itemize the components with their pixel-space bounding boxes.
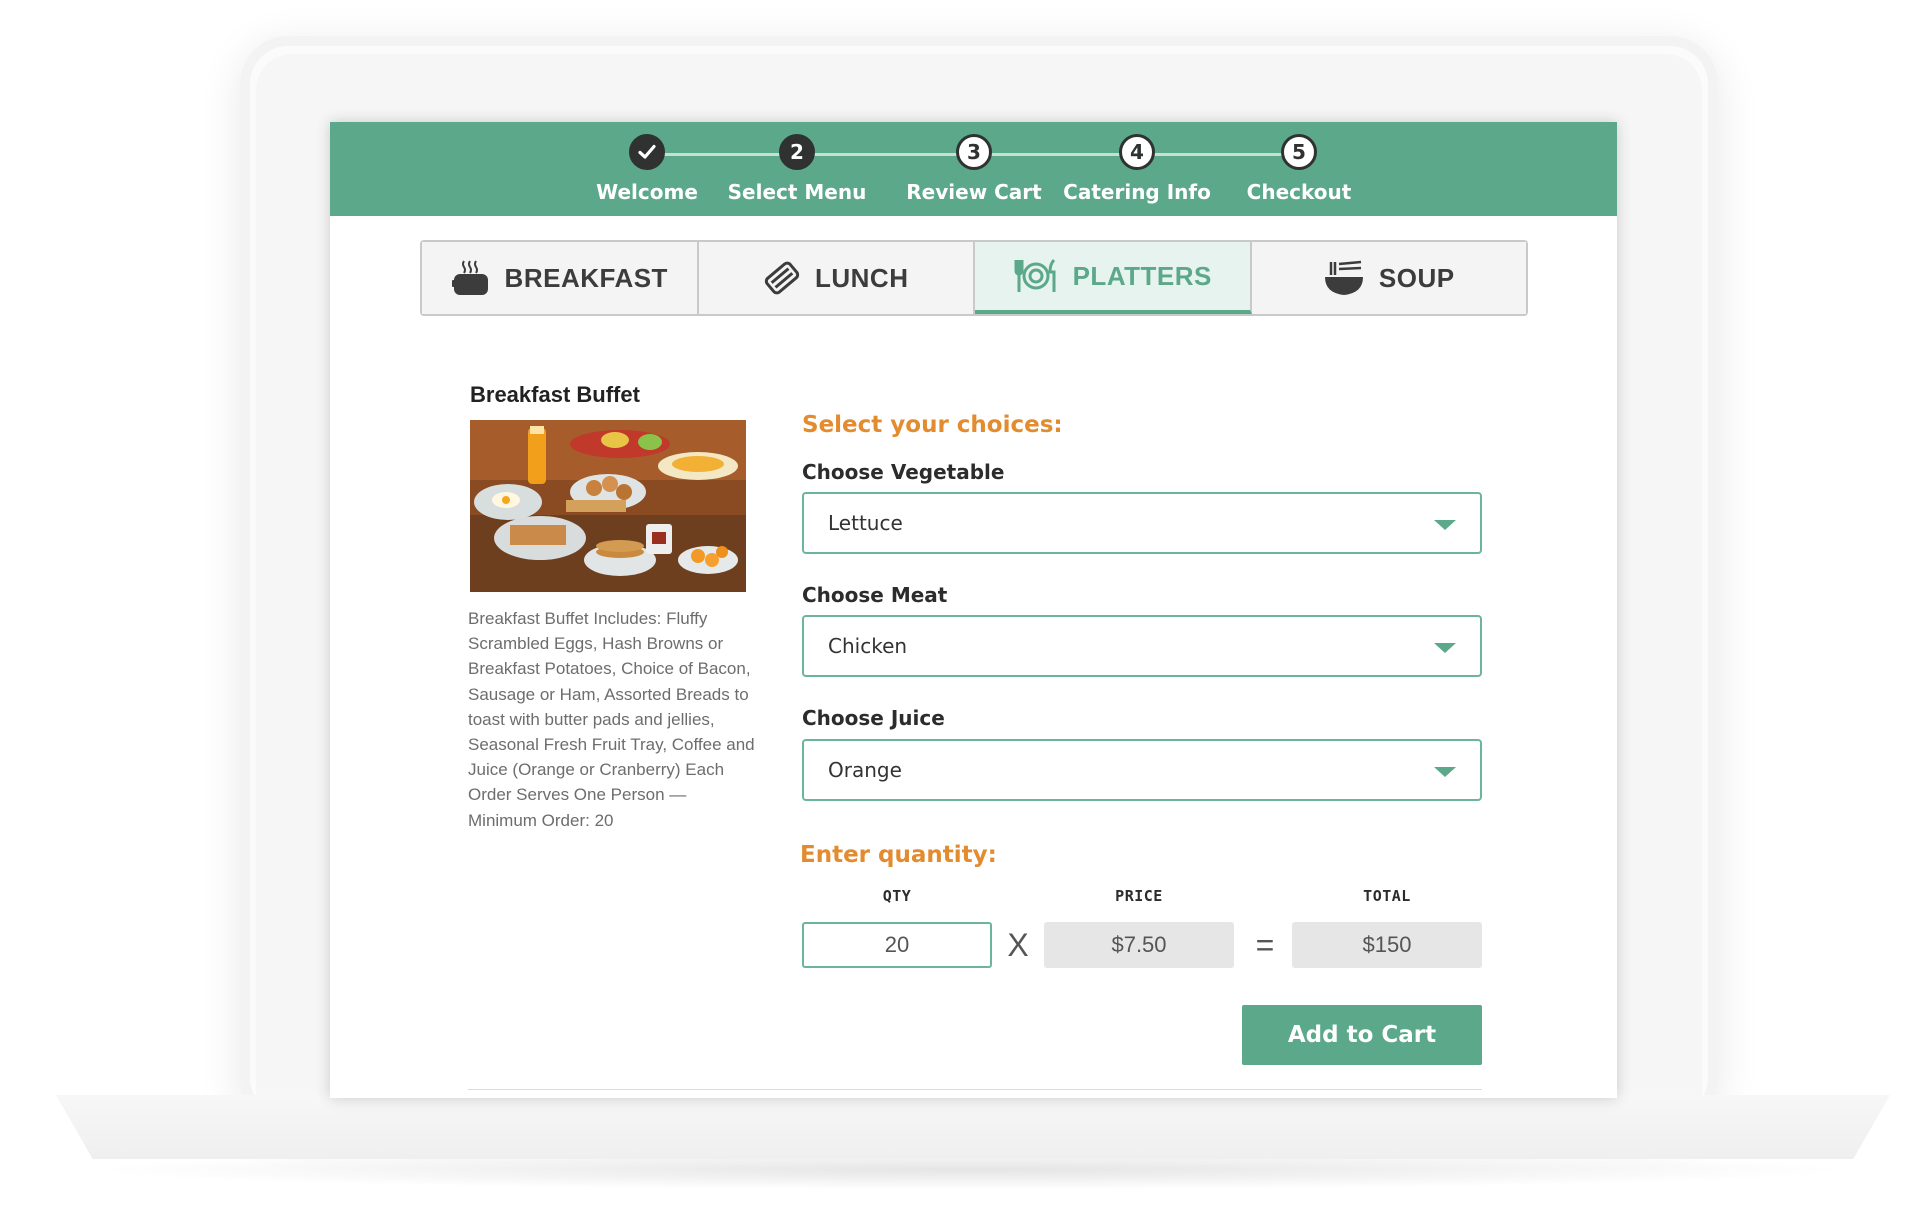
step-catering-info[interactable]: 4 Catering Info [1047, 134, 1227, 204]
choices-heading: Select your choices: [802, 412, 1063, 438]
product-description: Breakfast Buffet Includes: Fluffy Scramb… [468, 609, 755, 830]
juice-value: Orange [828, 758, 902, 782]
total-column-label: TOTAL [1363, 887, 1411, 905]
step-review-cart[interactable]: 3 Review Cart [884, 134, 1064, 204]
soup-bowl-icon [1323, 259, 1365, 297]
step-label: Select Menu [727, 180, 867, 204]
tab-breakfast[interactable]: BREAKFAST [422, 242, 699, 314]
step-number: 3 [956, 134, 992, 170]
total-value: $150 [1292, 922, 1482, 968]
quantity-input[interactable]: 20 [802, 922, 992, 968]
step-label: Catering Info [1063, 180, 1211, 204]
add-to-cart-button[interactable]: Add to Cart [1242, 1005, 1482, 1065]
meat-select[interactable]: Chicken [802, 615, 1482, 677]
juice-select[interactable]: Orange [802, 739, 1482, 801]
juice-label: Choose Juice [802, 706, 945, 730]
vegetable-value: Lettuce [828, 511, 903, 535]
checkmark-icon [629, 134, 665, 170]
step-checkout[interactable]: 5 Checkout [1209, 134, 1389, 204]
tab-label: PLATTERS [1072, 260, 1212, 291]
sandwich-icon [763, 259, 801, 297]
step-select-menu[interactable]: 2 Select Menu [707, 134, 887, 204]
price-value: $7.50 [1044, 922, 1234, 968]
step-number: 5 [1281, 134, 1317, 170]
breakfast-buffet-photo [470, 420, 746, 592]
tab-label: BREAKFAST [504, 262, 668, 293]
progress-steps-bar: Welcome 2 Select Menu 3 Review Cart 4 Ca… [330, 122, 1617, 216]
step-number: 4 [1119, 134, 1155, 170]
product-title: Breakfast Buffet [470, 382, 640, 407]
meat-value: Chicken [828, 634, 908, 658]
chevron-down-icon [1434, 643, 1456, 653]
tab-label: SOUP [1378, 262, 1455, 293]
tab-label: LUNCH [815, 262, 909, 293]
multiply-sign: X [1007, 926, 1029, 963]
tab-platters[interactable]: PLATTERS [975, 242, 1252, 314]
chevron-down-icon [1434, 767, 1456, 777]
equals-sign: = [1255, 926, 1275, 963]
toaster-icon [451, 259, 491, 297]
quantity-heading: Enter quantity: [800, 842, 997, 868]
vegetable-select[interactable]: Lettuce [802, 492, 1482, 554]
step-number: 2 [779, 134, 815, 170]
laptop-screen: Welcome 2 Select Menu 3 Review Cart 4 Ca… [330, 122, 1617, 1098]
plate-fork-knife-icon [1013, 257, 1059, 295]
laptop-base [56, 1095, 1890, 1159]
menu-category-tabs: BREAKFAST LUNCH PLATTERS SOUP [420, 240, 1528, 316]
price-column-label: PRICE [1115, 887, 1163, 905]
qty-column-label: QTY [882, 887, 912, 905]
vegetable-label: Choose Vegetable [802, 460, 1005, 484]
tab-soup[interactable]: SOUP [1251, 242, 1526, 314]
chevron-down-icon [1434, 520, 1456, 530]
divider [468, 1089, 1482, 1090]
meat-label: Choose Meat [802, 583, 948, 607]
tab-lunch[interactable]: LUNCH [698, 242, 975, 314]
step-label: Review Cart [906, 180, 1042, 204]
step-label: Checkout [1246, 180, 1352, 204]
